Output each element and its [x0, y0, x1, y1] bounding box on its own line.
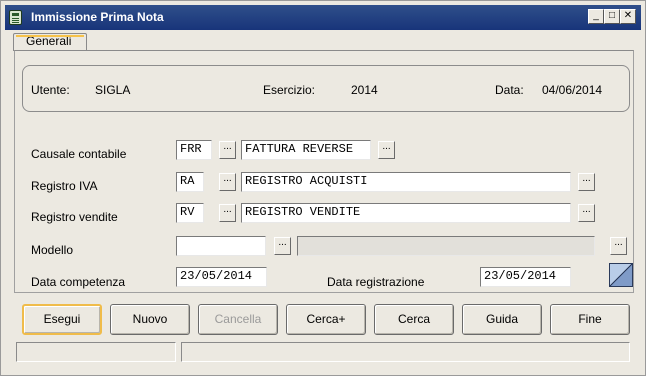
causale-code-lookup-button[interactable]: ...: [219, 141, 236, 159]
maximize-button[interactable]: □: [604, 9, 620, 24]
registro-vendite-code-field[interactable]: RV: [176, 203, 204, 223]
registro-vendite-code-lookup-button[interactable]: ...: [219, 204, 236, 222]
causale-description-field[interactable]: FATTURA REVERSE: [241, 140, 371, 160]
modello-code-field[interactable]: [176, 236, 266, 256]
status-panel-left: [16, 342, 176, 362]
cancella-button: Cancella: [198, 304, 278, 335]
window-title: Immissione Prima Nota: [31, 10, 164, 24]
close-button[interactable]: ✕: [620, 9, 636, 24]
tab-generali[interactable]: Generali: [13, 33, 87, 51]
expand-corner-icon[interactable]: [609, 263, 633, 287]
data-registrazione-field[interactable]: 23/05/2014: [480, 267, 571, 287]
user-label: Utente:: [31, 83, 70, 97]
registro-vendite-description-lookup-button[interactable]: ...: [578, 204, 595, 222]
registro-iva-label: Registro IVA: [31, 179, 98, 193]
year-label: Esercizio:: [263, 83, 316, 97]
registro-iva-code-field[interactable]: RA: [176, 172, 204, 192]
modello-description-lookup-button[interactable]: ...: [610, 237, 627, 255]
ledger-icon: [9, 10, 22, 25]
minimize-button[interactable]: _: [588, 9, 604, 24]
main-window: Immissione Prima Nota _ □ ✕ Generali Ute…: [0, 0, 646, 376]
data-competenza-label: Data competenza: [31, 275, 126, 289]
esegui-button[interactable]: Esegui: [22, 304, 102, 335]
fine-button[interactable]: Fine: [550, 304, 630, 335]
causale-label: Causale contabile: [31, 147, 127, 161]
year-value: 2014: [351, 83, 378, 97]
guida-button[interactable]: Guida: [462, 304, 542, 335]
nuovo-button[interactable]: Nuovo: [110, 304, 190, 335]
registro-iva-description-lookup-button[interactable]: ...: [578, 173, 595, 191]
registro-iva-description-field[interactable]: REGISTRO ACQUISTI: [241, 172, 571, 192]
date-label: Data:: [495, 83, 524, 97]
modello-label: Modello: [31, 243, 74, 257]
title-bar[interactable]: Immissione Prima Nota _ □ ✕: [5, 5, 641, 30]
date-value: 04/06/2014: [542, 83, 603, 97]
cerca-button[interactable]: Cerca: [374, 304, 454, 335]
user-value: SIGLA: [95, 83, 131, 97]
status-panel-right: [181, 342, 630, 362]
registro-vendite-description-field[interactable]: REGISTRO VENDITE: [241, 203, 571, 223]
modello-description-field: [297, 236, 595, 256]
cerca-plus-button[interactable]: Cerca+: [286, 304, 366, 335]
causale-description-lookup-button[interactable]: ...: [378, 141, 395, 159]
data-competenza-field[interactable]: 23/05/2014: [176, 267, 267, 287]
tab-strip: Generali: [13, 33, 635, 51]
causale-code-field[interactable]: FRR: [176, 140, 212, 160]
modello-code-lookup-button[interactable]: ...: [274, 237, 291, 255]
registro-vendite-label: Registro vendite: [31, 210, 118, 224]
active-tab-indicator: [16, 35, 84, 37]
registro-iva-code-lookup-button[interactable]: ...: [219, 173, 236, 191]
data-registrazione-label: Data registrazione: [327, 275, 425, 289]
